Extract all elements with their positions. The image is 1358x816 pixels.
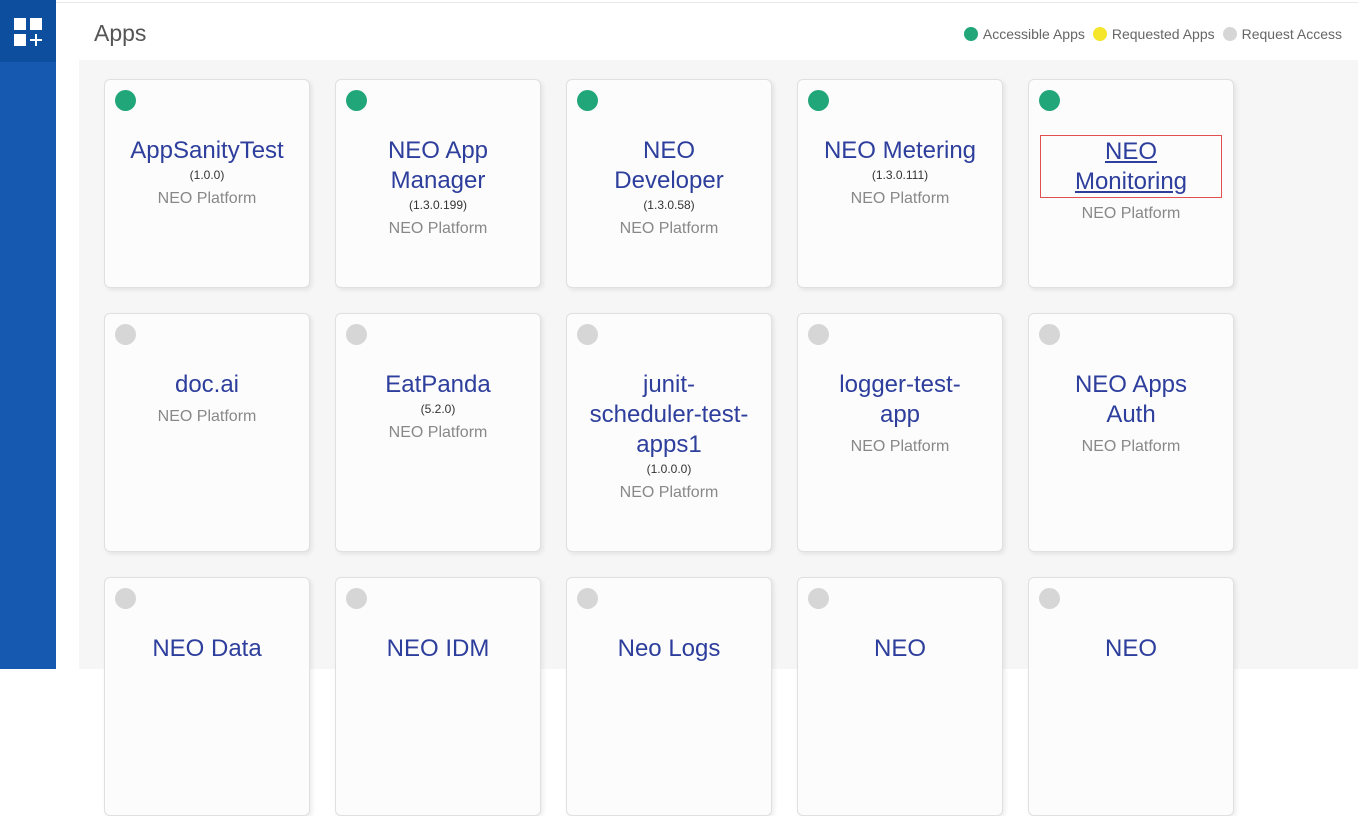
app-card-body: NEO Metering (1.3.0.111) NEO Platform bbox=[798, 136, 1002, 208]
app-platform: NEO Platform bbox=[619, 220, 719, 237]
app-card[interactable]: doc.ai NEO Platform bbox=[104, 313, 310, 552]
app-name-link[interactable]: logger-test-app bbox=[820, 370, 980, 430]
status-dot-icon bbox=[115, 588, 136, 609]
app-version: (1.3.0.58) bbox=[643, 198, 695, 212]
status-dot-icon bbox=[346, 90, 367, 111]
app-platform: NEO Platform bbox=[619, 484, 719, 501]
status-dot-icon bbox=[1039, 588, 1060, 609]
app-name-link[interactable]: NEO Monitoring bbox=[1040, 135, 1222, 198]
status-dot-icon bbox=[115, 324, 136, 345]
status-dot-icon bbox=[808, 90, 829, 111]
status-dot-icon bbox=[808, 588, 829, 609]
app-card-body: Neo Logs bbox=[567, 634, 771, 664]
app-card[interactable]: logger-test-app NEO Platform bbox=[797, 313, 1003, 552]
app-card-body: logger-test-app NEO Platform bbox=[798, 370, 1002, 456]
app-version: (1.3.0.111) bbox=[871, 168, 929, 182]
app-name-link[interactable]: NEO bbox=[874, 634, 926, 664]
app-platform: NEO Platform bbox=[157, 190, 257, 207]
app-card[interactable]: NEO Developer (1.3.0.58) NEO Platform bbox=[566, 79, 772, 288]
app-card[interactable]: NEO bbox=[797, 577, 1003, 816]
requested-dot-icon bbox=[1092, 27, 1107, 41]
app-name-link[interactable]: NEO Data bbox=[152, 634, 261, 664]
app-card-body: doc.ai NEO Platform bbox=[105, 370, 309, 426]
status-dot-icon bbox=[346, 588, 367, 609]
app-platform: NEO Platform bbox=[388, 220, 488, 237]
app-version: (1.3.0.199) bbox=[408, 198, 468, 212]
app-card-body: NEO Apps Auth NEO Platform bbox=[1029, 370, 1233, 456]
app-name-link[interactable]: NEO IDM bbox=[387, 634, 490, 664]
app-platform: NEO Platform bbox=[157, 408, 257, 425]
app-version: (1.0.0.0) bbox=[646, 462, 692, 476]
app-platform: NEO Platform bbox=[850, 190, 950, 207]
status-dot-icon bbox=[577, 588, 598, 609]
app-platform: NEO Platform bbox=[388, 424, 488, 441]
app-name-link[interactable]: EatPanda bbox=[385, 370, 490, 400]
app-card-body: NEO Monitoring NEO Platform bbox=[1029, 135, 1233, 223]
app-card-body: NEO Data bbox=[105, 634, 309, 664]
legend-request-access: Request Access bbox=[1222, 26, 1342, 42]
app-card[interactable]: NEO Apps Auth NEO Platform bbox=[1028, 313, 1234, 552]
app-name-link[interactable]: NEO App Manager bbox=[358, 136, 518, 196]
app-card[interactable]: Neo Logs bbox=[566, 577, 772, 816]
app-card[interactable]: NEO Monitoring NEO Platform bbox=[1028, 79, 1234, 288]
app-card-body: NEO bbox=[1029, 634, 1233, 664]
legend-accessible: Accessible Apps bbox=[963, 26, 1085, 42]
app-platform: NEO Platform bbox=[850, 438, 950, 455]
app-name-link[interactable]: AppSanityTest bbox=[130, 136, 283, 166]
app-card[interactable]: EatPanda (5.2.0) NEO Platform bbox=[335, 313, 541, 552]
app-card-body: NEO bbox=[798, 634, 1002, 664]
app-name-link[interactable]: junit-scheduler-test-apps1 bbox=[589, 370, 749, 460]
app-card[interactable]: NEO bbox=[1028, 577, 1234, 816]
app-card-body: AppSanityTest (1.0.0) NEO Platform bbox=[105, 136, 309, 208]
app-version: (5.2.0) bbox=[420, 402, 456, 416]
status-dot-icon bbox=[577, 324, 598, 345]
app-card-body: NEO App Manager (1.3.0.199) NEO Platform bbox=[336, 136, 540, 238]
app-grid-add-icon bbox=[14, 18, 42, 46]
status-dot-icon bbox=[115, 90, 136, 111]
app-card-body: junit-scheduler-test-apps1 (1.0.0.0) NEO P… bbox=[567, 370, 771, 502]
app-name-link[interactable]: Neo Logs bbox=[618, 634, 721, 664]
page-title: Apps bbox=[94, 20, 147, 46]
legend-label: Requested Apps bbox=[1111, 26, 1215, 42]
app-name-link[interactable]: NEO Developer bbox=[589, 136, 749, 196]
app-card[interactable]: AppSanityTest (1.0.0) NEO Platform bbox=[104, 79, 310, 288]
legend-requested: Requested Apps bbox=[1092, 26, 1215, 42]
status-dot-icon bbox=[346, 324, 367, 345]
status-dot-icon bbox=[577, 90, 598, 111]
status-dot-icon bbox=[1039, 90, 1060, 111]
app-name-link[interactable]: NEO Apps Auth bbox=[1051, 370, 1211, 430]
apps-content: AppSanityTest (1.0.0) NEO Platform NEO App … bbox=[79, 60, 1358, 816]
status-dot-icon bbox=[1039, 324, 1060, 345]
app-name-link[interactable]: doc.ai bbox=[175, 370, 239, 400]
request-access-dot-icon bbox=[1222, 27, 1237, 41]
app-card[interactable]: NEO Metering (1.3.0.111) NEO Platform bbox=[797, 79, 1003, 288]
app-card-body: NEO IDM bbox=[336, 634, 540, 664]
accessible-dot-icon bbox=[963, 27, 978, 41]
legend-label: Accessible Apps bbox=[982, 26, 1085, 42]
status-dot-icon bbox=[808, 324, 829, 345]
app-platform: NEO Platform bbox=[1081, 438, 1181, 455]
app-card[interactable]: NEO Data bbox=[104, 577, 310, 816]
app-card[interactable]: junit-scheduler-test-apps1 (1.0.0.0) NEO P… bbox=[566, 313, 772, 552]
app-platform: NEO Platform bbox=[1081, 205, 1181, 222]
app-card-body: NEO Developer (1.3.0.58) NEO Platform bbox=[567, 136, 771, 238]
app-name-link[interactable]: NEO Metering bbox=[824, 136, 976, 166]
status-legend: Accessible Apps Requested Apps Request A… bbox=[956, 26, 1342, 42]
app-grid: AppSanityTest (1.0.0) NEO Platform NEO App … bbox=[104, 79, 1234, 816]
app-card[interactable]: NEO IDM bbox=[335, 577, 541, 816]
app-card-body: EatPanda (5.2.0) NEO Platform bbox=[336, 370, 540, 442]
app-launcher-button[interactable] bbox=[0, 0, 56, 62]
sidebar bbox=[0, 0, 56, 669]
app-card[interactable]: NEO App Manager (1.3.0.199) NEO Platform bbox=[335, 79, 541, 288]
page-header: Apps Accessible Apps Requested Apps Requ… bbox=[56, 3, 1358, 60]
app-name-link[interactable]: NEO bbox=[1105, 634, 1157, 664]
app-version: (1.0.0) bbox=[189, 168, 225, 182]
legend-label: Request Access bbox=[1241, 26, 1342, 42]
